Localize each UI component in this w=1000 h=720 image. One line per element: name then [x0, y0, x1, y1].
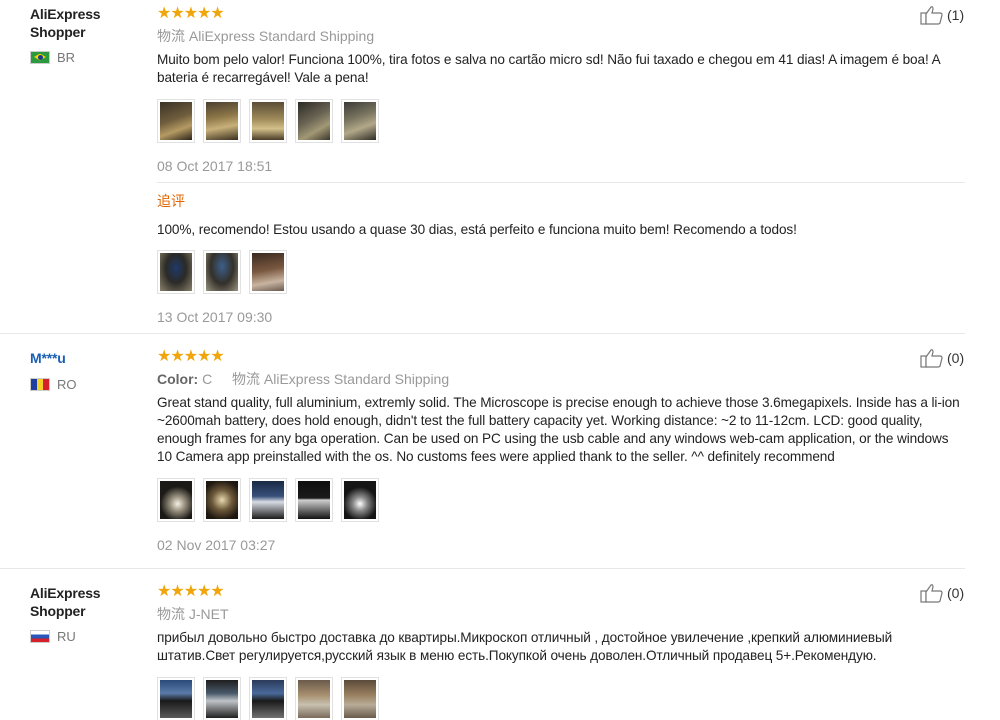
review-photo[interactable]	[341, 478, 379, 522]
divider	[157, 182, 965, 183]
color-label: Color:	[157, 371, 199, 387]
logistics-label: 物流	[232, 371, 261, 387]
color-value: C	[202, 371, 213, 387]
logistics-value: AliExpress Standard Shipping	[263, 371, 450, 387]
buyer-country: RO	[30, 376, 140, 392]
review-photo[interactable]	[203, 99, 241, 143]
buyer-country: RU	[30, 628, 140, 644]
star-rating: ★★★★★	[157, 583, 225, 600]
thumbs-up-icon	[920, 349, 943, 368]
brazil-flag-icon	[30, 50, 50, 64]
review-photo[interactable]	[249, 99, 287, 143]
buyer-name[interactable]: M***u	[30, 349, 140, 367]
review-photo[interactable]	[157, 250, 195, 294]
followup-label: 追评	[157, 193, 185, 209]
russia-flag-icon	[30, 629, 50, 643]
review-photo[interactable]	[157, 677, 195, 720]
review-photos	[157, 99, 967, 143]
review-photo[interactable]	[157, 478, 195, 522]
review-text: Muito bom pelo valor! Funciona 100%, tir…	[157, 52, 940, 85]
country-code: RO	[57, 376, 77, 392]
review-photo[interactable]	[295, 677, 333, 720]
followup-date: 13 Oct 2017 09:30	[157, 309, 273, 325]
buyer-name-line2: Shopper	[30, 24, 86, 40]
divider	[0, 568, 965, 569]
like-button[interactable]: (0)	[920, 583, 964, 603]
review-meta: 物流 AliExpress Standard Shipping	[157, 27, 967, 45]
review-photo[interactable]	[249, 677, 287, 720]
buyer-name-line1: AliExpress	[30, 585, 101, 601]
like-button[interactable]: (1)	[920, 5, 964, 25]
review-photos	[157, 677, 967, 720]
review-photo[interactable]	[249, 478, 287, 522]
review-photo[interactable]	[203, 478, 241, 522]
buyer-info: M***u RO	[30, 349, 140, 392]
review-photos	[157, 478, 967, 522]
review-content: ★★★★★ 物流 J-NET прибыл довольно быстро до…	[157, 583, 967, 720]
country-code: RU	[57, 628, 76, 644]
romania-flag-icon	[30, 377, 50, 391]
buyer-name: AliExpress Shopper	[30, 5, 140, 41]
buyer-name: AliExpress Shopper	[30, 584, 140, 620]
buyer-name-line2: Shopper	[30, 603, 86, 619]
review-date: 02 Nov 2017 03:27	[157, 537, 276, 553]
followup-photos	[157, 250, 967, 294]
like-count: (0)	[947, 350, 965, 366]
like-count: (1)	[947, 7, 965, 23]
review-photo[interactable]	[295, 99, 333, 143]
review-photo[interactable]	[249, 250, 287, 294]
review-photo[interactable]	[157, 99, 195, 143]
star-rating: ★★★★★	[157, 5, 225, 22]
logistics-value: J-NET	[188, 606, 229, 622]
review-meta: 物流 J-NET	[157, 605, 967, 623]
review-date: 08 Oct 2017 18:51	[157, 158, 273, 174]
review-text: прибыл довольно быстро доставка до кварт…	[157, 630, 893, 663]
review-meta: Color: C 物流 AliExpress Standard Shipping	[157, 370, 967, 388]
like-button[interactable]: (0)	[920, 348, 964, 368]
review-photo[interactable]	[341, 99, 379, 143]
thumbs-up-icon	[920, 584, 943, 603]
review-photo[interactable]	[295, 478, 333, 522]
review-content: ★★★★★ Color: C 物流 AliExpress Standard Sh…	[157, 348, 967, 554]
divider	[0, 333, 965, 334]
buyer-info: AliExpress Shopper BR	[30, 5, 140, 65]
review-photo[interactable]	[203, 677, 241, 720]
review-content: ★★★★★ 物流 AliExpress Standard Shipping Mu…	[157, 5, 967, 175]
buyer-country: BR	[30, 49, 140, 65]
thumbs-up-icon	[920, 6, 943, 25]
review-photo[interactable]	[203, 250, 241, 294]
logistics-label: 物流	[157, 606, 185, 622]
country-code: BR	[57, 49, 76, 65]
followup-text: 100%, recomendo! Estou usando a quase 30…	[157, 222, 797, 237]
star-rating: ★★★★★	[157, 348, 225, 365]
logistics-value: AliExpress Standard Shipping	[188, 28, 375, 44]
review-photo[interactable]	[341, 677, 379, 720]
buyer-info: AliExpress Shopper RU	[30, 584, 140, 644]
like-count: (0)	[947, 585, 965, 601]
logistics-label: 物流	[157, 28, 185, 44]
followup-content: 追评 100%, recomendo! Estou usando a quase…	[157, 192, 967, 326]
review-text: Great stand quality, full aluminium, ext…	[157, 395, 960, 464]
buyer-name-line1: AliExpress	[30, 6, 101, 22]
